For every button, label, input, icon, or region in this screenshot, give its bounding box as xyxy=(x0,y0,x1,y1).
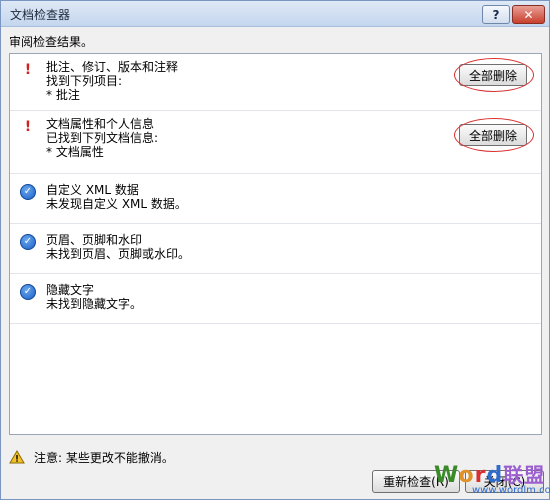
title-bar[interactable]: 文档检查器 ? ✕ xyxy=(1,1,549,27)
result-item-properties: ! 文档属性和个人信息 已找到下列文档信息: * 文档属性 全部删除 xyxy=(10,111,541,174)
close-window-button[interactable]: ✕ xyxy=(512,5,545,24)
item-title: 页眉、页脚和水印 xyxy=(46,233,143,247)
button-label: 全部删除 xyxy=(468,128,517,143)
item-detail: * 批注 xyxy=(46,88,80,102)
document-inspector-dialog: 文档检查器 ? ✕ 审阅检查结果。 ! 批注、修订、版本和注释 找到下列项目: … xyxy=(0,0,550,500)
results-list: ! 批注、修订、版本和注释 找到下列项目: * 批注 全部删除 ! 文档属性和个… xyxy=(9,53,542,435)
check-icon: ✓ xyxy=(20,234,36,250)
item-detail: 找到下列项目: xyxy=(46,74,123,88)
remove-all-properties-button[interactable]: 全部删除 xyxy=(454,118,534,152)
remove-all-comments-button[interactable]: 全部删除 xyxy=(454,58,534,92)
check-icon: ✓ xyxy=(20,284,36,300)
item-title: 自定义 XML 数据 xyxy=(46,183,139,197)
close-button[interactable]: 关闭(C) xyxy=(465,470,544,493)
item-title: 批注、修订、版本和注释 xyxy=(46,60,179,74)
item-text: 页眉、页脚和水印 未找到页眉、页脚或水印。 xyxy=(46,233,190,261)
item-detail: 未发现自定义 XML 数据。 xyxy=(46,197,187,211)
check-icon: ✓ xyxy=(20,184,36,200)
notice-bar: 注意: 某些更改不能撤消。 xyxy=(9,448,174,466)
item-text: 自定义 XML 数据 未发现自定义 XML 数据。 xyxy=(46,183,187,211)
result-item-hidden-text: ✓ 隐藏文字 未找到隐藏文字。 xyxy=(10,274,541,324)
item-text: 文档属性和个人信息 已找到下列文档信息: * 文档属性 xyxy=(46,117,158,159)
help-button[interactable]: ? xyxy=(482,5,510,24)
item-text: 批注、修订、版本和注释 找到下列项目: * 批注 xyxy=(46,60,178,102)
item-title: 隐藏文字 xyxy=(46,283,95,297)
warning-triangle-icon xyxy=(9,450,25,464)
exclamation-icon: ! xyxy=(24,119,32,135)
exclamation-icon: ! xyxy=(24,62,32,78)
recheck-button[interactable]: 重新检查(R) xyxy=(372,470,460,493)
item-title: 文档属性和个人信息 xyxy=(46,117,155,131)
item-detail: 未找到页眉、页脚或水印。 xyxy=(46,247,191,261)
button-label: 全部删除 xyxy=(468,68,517,83)
item-text: 隐藏文字 未找到隐藏文字。 xyxy=(46,283,142,311)
result-item-comments: ! 批注、修订、版本和注释 找到下列项目: * 批注 全部删除 xyxy=(10,54,541,111)
notice-text: 注意: 某些更改不能撤消。 xyxy=(34,450,174,465)
window-title: 文档检查器 xyxy=(10,8,71,22)
item-detail: 未找到隐藏文字。 xyxy=(46,297,143,311)
subtitle: 审阅检查结果。 xyxy=(9,35,94,49)
item-detail: * 文档属性 xyxy=(46,145,104,159)
item-detail: 已找到下列文档信息: xyxy=(46,131,159,145)
result-item-xml: ✓ 自定义 XML 数据 未发现自定义 XML 数据。 xyxy=(10,174,541,224)
result-item-header-footer: ✓ 页眉、页脚和水印 未找到页眉、页脚或水印。 xyxy=(10,224,541,274)
